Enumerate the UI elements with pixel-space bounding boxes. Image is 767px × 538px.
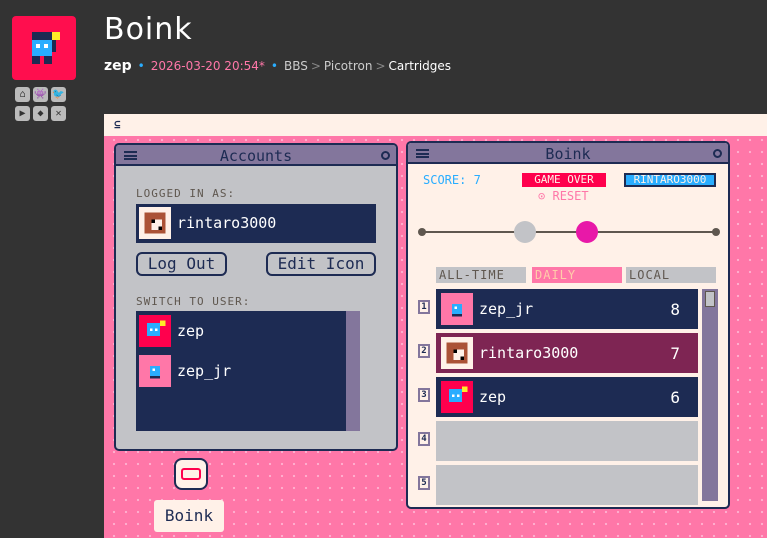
rank-label: 3 <box>418 388 430 402</box>
leaderboard-row-empty <box>436 421 698 461</box>
close-icon[interactable] <box>381 151 390 160</box>
zep-avatar-icon <box>139 315 171 347</box>
dog-avatar-icon <box>441 337 473 369</box>
player-score: 8 <box>670 299 680 319</box>
rank-label: 1 <box>418 300 430 314</box>
youtube-icon[interactable]: ▶ <box>15 106 30 121</box>
tab-local[interactable]: LOCAL <box>626 267 716 283</box>
invader-icon[interactable]: 👾 <box>33 87 48 102</box>
logged-in-label: LOGGED IN AS: <box>136 187 236 200</box>
boink-titlebar[interactable]: Boink <box>408 143 728 164</box>
author-avatar[interactable] <box>12 16 76 80</box>
tab-all-time[interactable]: ALL-TIME <box>436 267 526 283</box>
log-out-button[interactable]: Log Out <box>136 252 227 276</box>
zep-jr-avatar-icon <box>441 293 473 325</box>
leaderboard-row[interactable]: zep_jr 8 <box>436 289 698 329</box>
author-link[interactable]: zep <box>104 58 132 74</box>
butterfly-icon[interactable]: ✕ <box>51 106 66 121</box>
post-date[interactable]: 2026-03-20 20:54* <box>151 59 265 73</box>
user-zep: zep <box>177 322 205 340</box>
discord-icon[interactable]: ◆ <box>33 106 48 121</box>
tab-daily[interactable]: DAILY <box>532 267 622 283</box>
switch-user-label: SWITCH TO USER: <box>136 295 251 308</box>
track-right-anchor <box>712 228 720 236</box>
boink-title: Boink <box>545 145 591 163</box>
rank-label: 5 <box>418 476 430 490</box>
twitter-icon[interactable]: 🐦 <box>51 87 66 102</box>
rank-label: 4 <box>418 432 430 446</box>
breadcrumb-separator: > <box>375 59 386 73</box>
user-list-scrollbar[interactable] <box>346 311 360 431</box>
current-user-box: rintaro3000 <box>136 204 376 243</box>
boink-desktop-icon[interactable] <box>174 458 208 490</box>
breadcrumb-picotron[interactable]: Picotron <box>324 59 373 73</box>
player-name: zep <box>479 388 507 406</box>
reset-button[interactable]: ⊙ RESET <box>538 189 589 203</box>
zep-avatar-icon <box>32 32 60 64</box>
rank-label: 2 <box>418 344 430 358</box>
cart-icon <box>181 468 201 480</box>
current-user-row: rintaro3000 <box>139 207 276 239</box>
user-list: zep zep_jr <box>136 311 360 431</box>
track-left-anchor <box>418 228 426 236</box>
accounts-window: Accounts LOGGED IN AS: rintaro3000 Log O… <box>114 143 398 451</box>
separator-dot: • <box>270 59 278 73</box>
ghost-ball <box>514 221 536 243</box>
close-icon[interactable] <box>713 149 722 158</box>
zep-jr-avatar-icon <box>139 355 171 387</box>
picotron-desktop[interactable]: ⊆ Accounts LOGGED IN AS: rintaro3000 Log… <box>104 114 767 538</box>
user-list-item[interactable]: zep_jr <box>139 355 231 387</box>
player-name-tag: RINTARO3000 <box>624 173 716 187</box>
leaderboard-row[interactable]: zep 6 <box>436 377 698 417</box>
social-row-2: ▶ ◆ ✕ <box>15 106 71 121</box>
separator-dot: • <box>137 59 145 73</box>
post-title: Boink <box>104 12 193 47</box>
leaderboard-row-empty <box>436 465 698 505</box>
breadcrumb-separator: > <box>310 59 321 73</box>
game-track <box>422 231 716 233</box>
score-display: SCORE: 7 <box>423 173 481 187</box>
player-name: rintaro3000 <box>479 344 579 362</box>
current-username: rintaro3000 <box>177 214 277 232</box>
scroll-thumb[interactable] <box>705 291 715 307</box>
player-score: 6 <box>670 387 680 407</box>
reset-icon: ⊙ <box>538 189 546 203</box>
game-over-badge: GAME OVER <box>522 173 606 187</box>
breadcrumb-bbs[interactable]: BBS <box>284 59 308 73</box>
edit-icon-button[interactable]: Edit Icon <box>266 252 376 276</box>
desktop-topbar: ⊆ <box>104 114 767 136</box>
picotron-logo-icon[interactable]: ⊆ <box>114 119 128 131</box>
breadcrumb-cartridges[interactable]: Cartridges <box>389 59 452 73</box>
home-icon[interactable]: ⌂ <box>15 87 30 102</box>
post-meta: zep • 2026-03-20 20:54* • BBS > Picotron… <box>104 58 451 74</box>
user-list-item[interactable]: zep <box>139 315 204 347</box>
zep-avatar-icon <box>441 381 473 413</box>
player-name: zep_jr <box>479 300 534 318</box>
boink-window: Boink SCORE: 7 GAME OVER RINTARO3000 ⊙ R… <box>406 141 730 509</box>
player-score: 7 <box>670 343 680 363</box>
accounts-titlebar[interactable]: Accounts <box>116 145 396 166</box>
dog-avatar-icon <box>139 207 171 239</box>
user-zep-jr: zep_jr <box>177 362 232 380</box>
leaderboard-scrollbar[interactable] <box>702 289 718 501</box>
page: ⌂ 👾 🐦 ▶ ◆ ✕ Boink zep • 2026-03-20 20:54… <box>0 0 767 538</box>
accounts-title: Accounts <box>219 147 293 165</box>
social-row-1: ⌂ 👾 🐦 <box>15 87 71 102</box>
desktop-icon-label[interactable]: Boink <box>154 500 224 532</box>
leaderboard-row[interactable]: rintaro3000 7 <box>436 333 698 373</box>
ball[interactable] <box>576 221 598 243</box>
reset-label: RESET <box>552 189 589 203</box>
sidebar: ⌂ 👾 🐦 ▶ ◆ ✕ <box>0 0 95 538</box>
